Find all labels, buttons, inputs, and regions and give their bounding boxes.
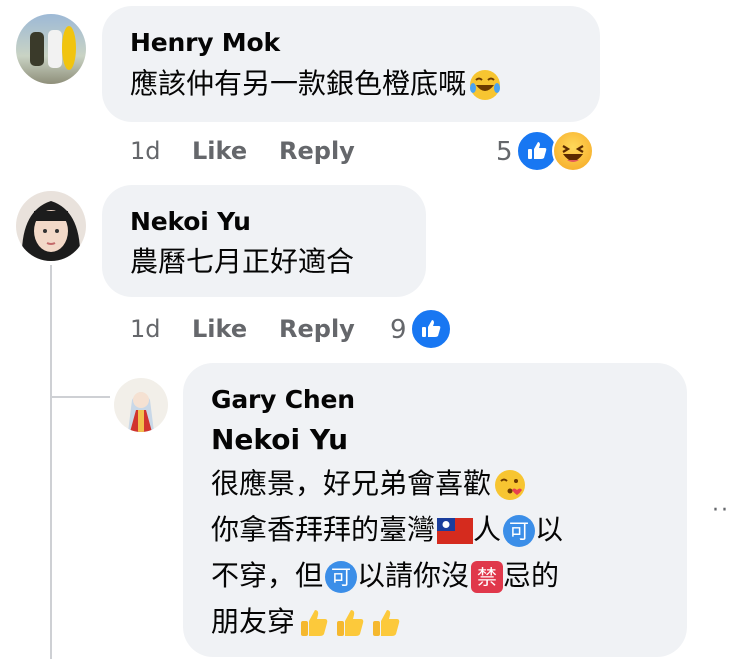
comment-author[interactable]: Henry Mok <box>130 28 280 57</box>
thread-connector <box>50 396 110 398</box>
reaction-count[interactable]: 9 <box>390 315 407 345</box>
jin-badge-icon: 禁 <box>471 561 504 593</box>
reply-text-segment: 忌的 <box>503 559 560 592</box>
ke-badge-icon: 可 <box>325 561 358 593</box>
reply-text-segment: 人 <box>473 513 502 546</box>
reply-button[interactable]: Reply <box>279 137 355 165</box>
thumbs-up-icon <box>528 142 547 159</box>
reply-text-segment: 不穿，但 <box>211 559 324 592</box>
haha-reaction-icon[interactable] <box>552 130 594 172</box>
comment-text: 應該仲有另一款銀色橙底嘅 <box>130 62 502 106</box>
avatar-image <box>21 201 81 261</box>
laughing-face-icon <box>562 145 584 162</box>
comment-time[interactable]: 1d <box>130 315 161 343</box>
comment-text: 農曆七月正好適合 <box>130 245 355 278</box>
comment-text-body: 應該仲有另一款銀色橙底嘅 <box>130 67 467 100</box>
reply-text-line: 你拿香拜拜的臺灣 人可以 <box>211 508 563 552</box>
like-button[interactable]: Like <box>192 137 247 165</box>
avatar[interactable] <box>16 191 86 261</box>
taiwan-flag-icon <box>437 518 474 544</box>
comment-author[interactable]: Nekoi Yu <box>130 207 251 236</box>
laughing-tears-emoji-icon <box>470 70 501 100</box>
reply-text-line: 朋友穿 <box>211 600 403 644</box>
reply-text-segment: 朋友穿 <box>211 605 296 638</box>
reply-text-segment: 你拿香拜拜的臺灣 <box>211 513 436 546</box>
reply-text-segment: 以請你沒 <box>357 559 470 592</box>
avatar-image <box>128 392 154 432</box>
face-blowing-kiss-icon <box>495 470 526 500</box>
reply-author[interactable]: Gary Chen <box>211 385 355 414</box>
thread-line <box>50 265 52 659</box>
more-options-button[interactable]: ·· <box>712 498 730 523</box>
comment-time[interactable]: 1d <box>130 137 161 165</box>
ke-badge-icon: 可 <box>503 515 536 547</box>
avatar-image <box>30 26 76 70</box>
thumbs-up-emoji-icon <box>301 610 328 636</box>
thumbs-up-emoji-icon <box>337 610 364 636</box>
reply-text-segment: 很應景，好兄弟會喜歡 <box>211 467 492 500</box>
avatar[interactable] <box>16 14 86 84</box>
thumbs-up-icon <box>422 320 441 337</box>
reply-text-segment: 以 <box>535 513 564 546</box>
like-button[interactable]: Like <box>192 315 247 343</box>
reply-text-line: 很應景，好兄弟會喜歡 <box>211 462 527 506</box>
reaction-count[interactable]: 5 <box>496 137 513 167</box>
like-reaction-icon[interactable] <box>410 308 452 350</box>
mention-link[interactable]: Nekoi Yu <box>211 418 348 462</box>
avatar[interactable] <box>114 378 168 432</box>
reply-button[interactable]: Reply <box>279 315 355 343</box>
thumbs-up-emoji-icon <box>373 610 400 636</box>
reply-text-line: 不穿，但可以請你沒禁忌的 <box>211 554 559 598</box>
